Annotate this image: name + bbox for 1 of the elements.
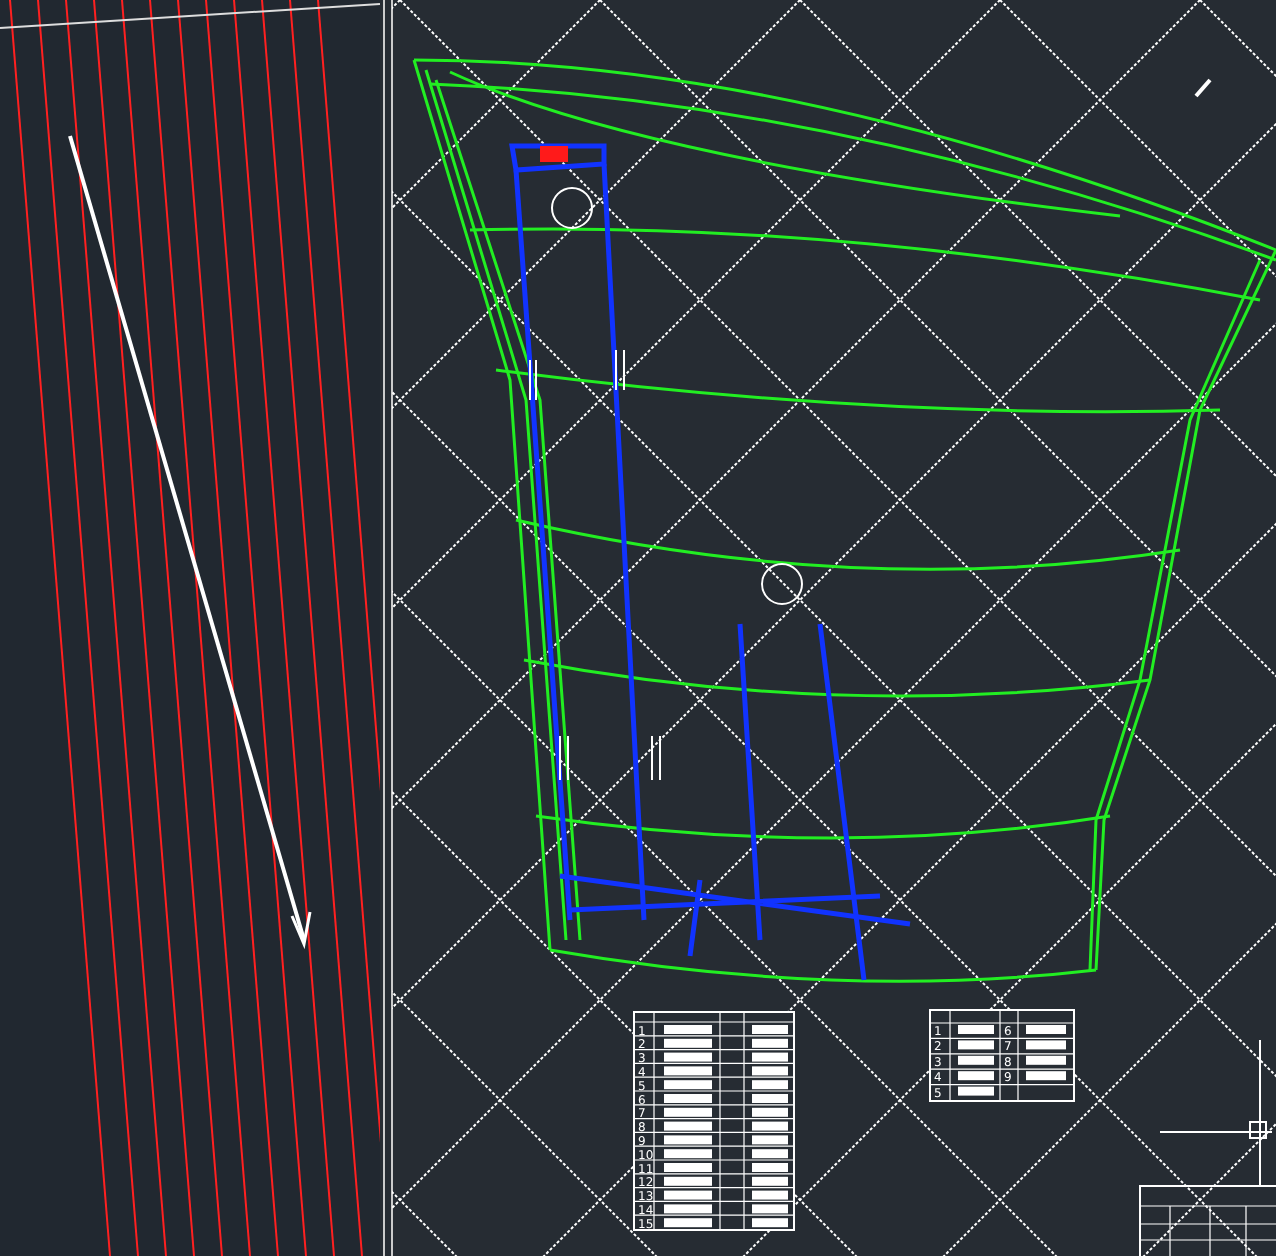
equipment-marker <box>540 146 568 162</box>
